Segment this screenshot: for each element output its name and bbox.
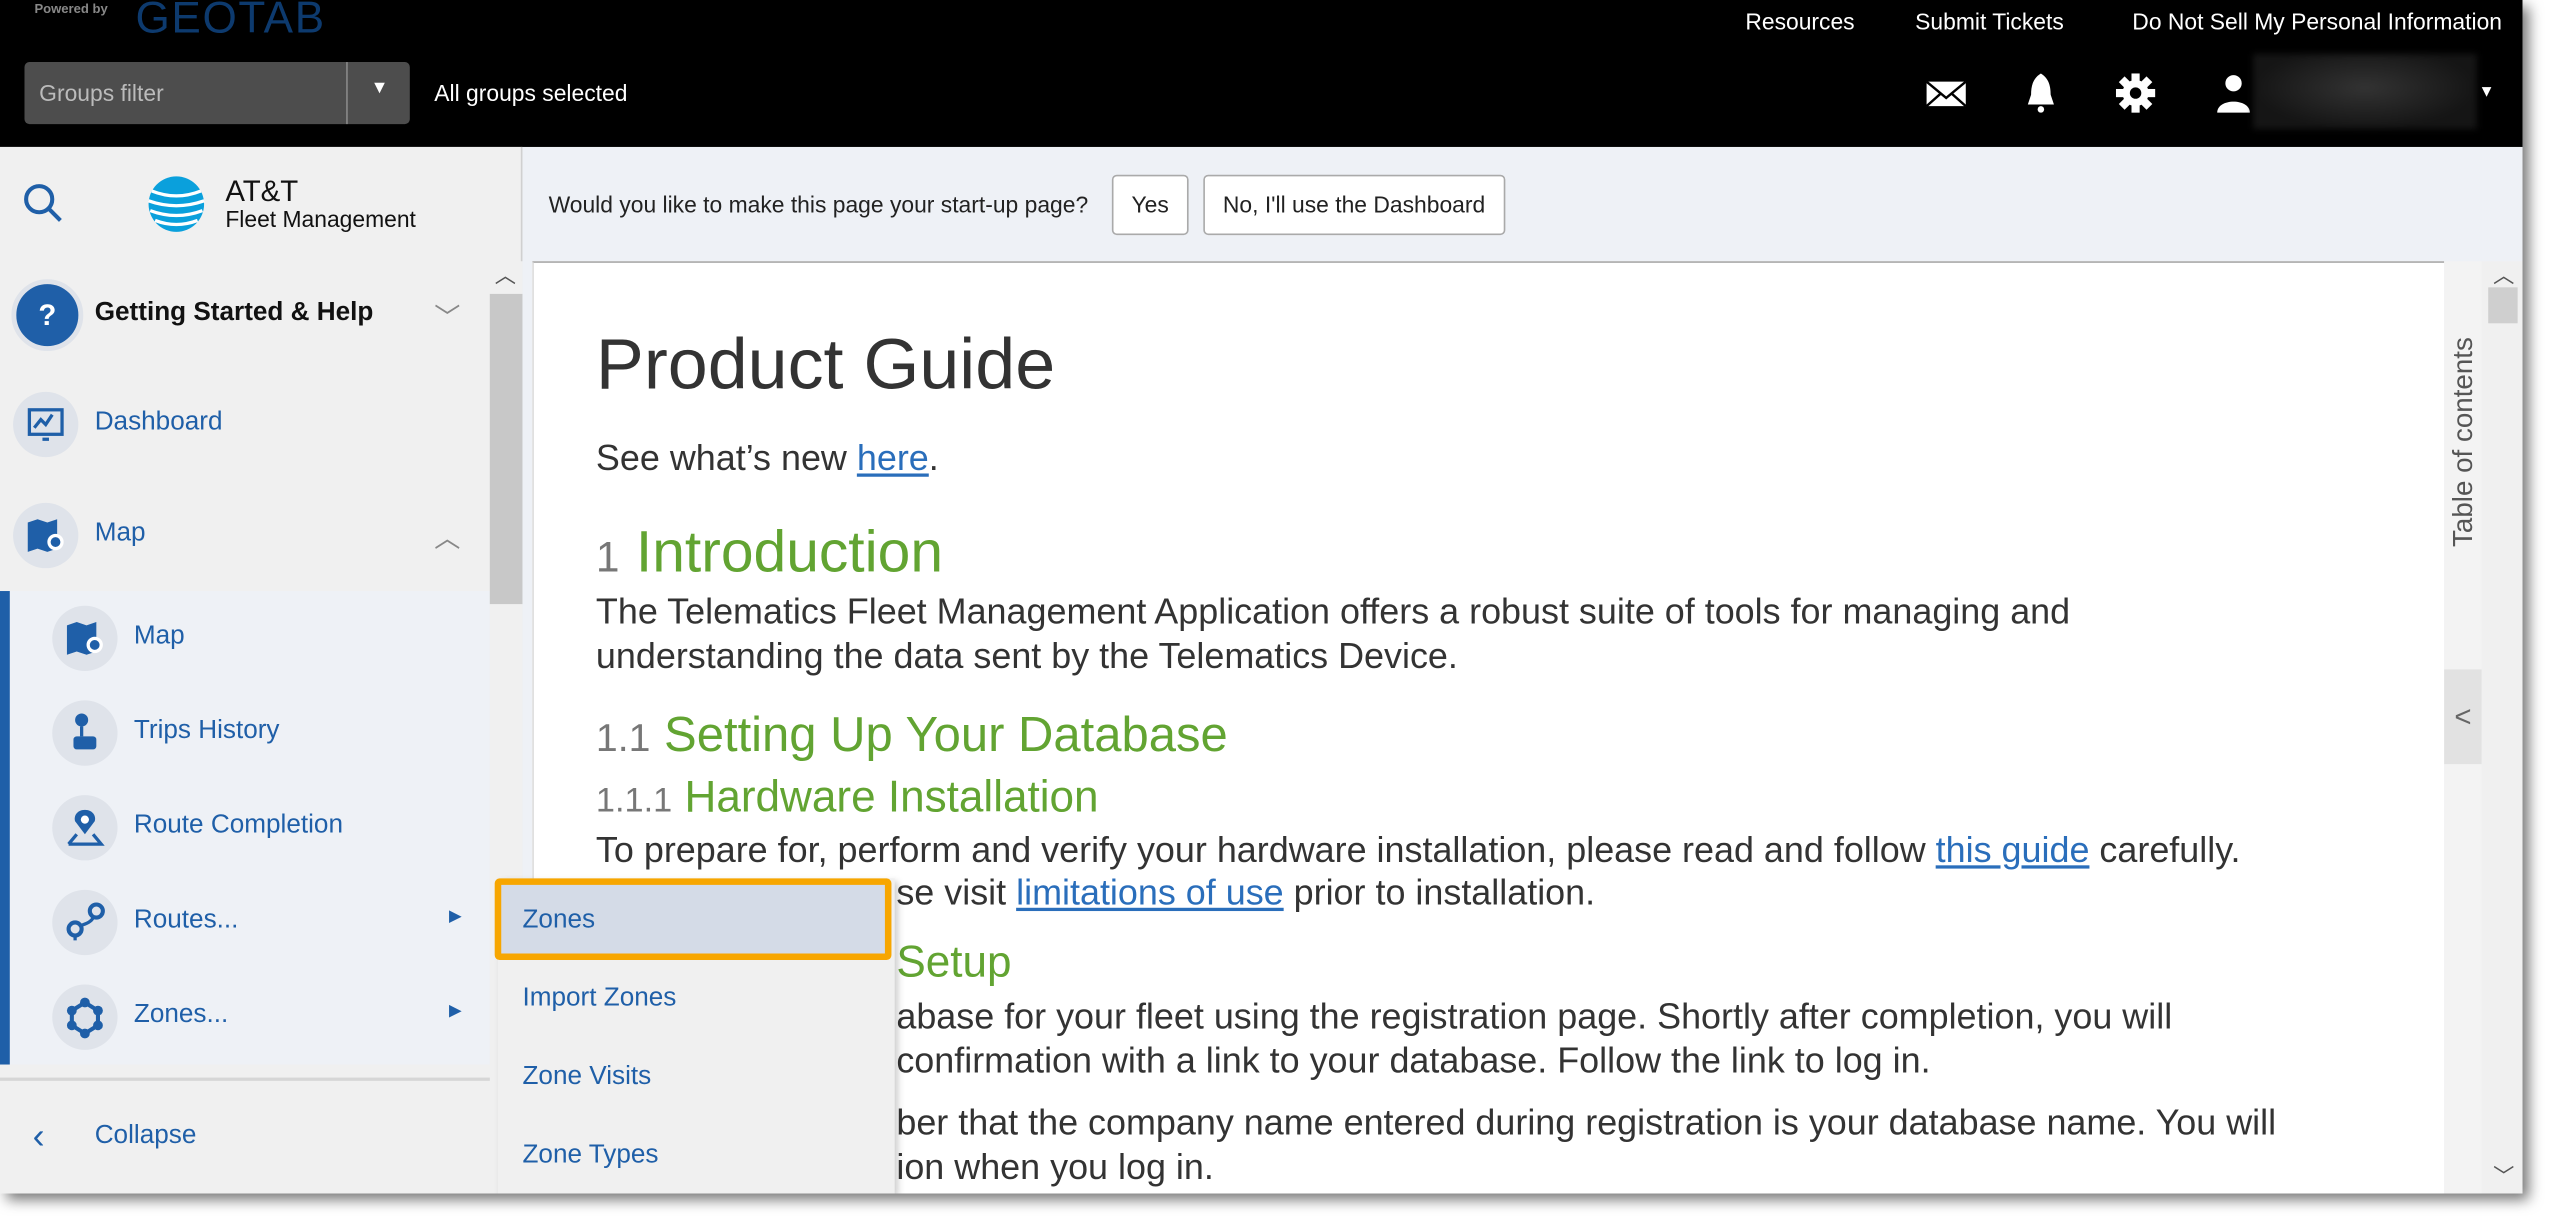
scroll-thumb[interactable] (2488, 287, 2518, 324)
menu-item-zone-visits[interactable]: Zone Visits (498, 1038, 895, 1116)
intro-line-1: The Telematics Fleet Management Applicat… (595, 591, 2071, 632)
sidebar-item-label: Route Completion (133, 811, 343, 840)
mail-icon[interactable] (1925, 72, 1967, 114)
sidebar-item-label: Dashboard (94, 408, 223, 436)
limitations-of-use-link[interactable]: limitations of use (1016, 872, 1284, 913)
fleet-management-text: Fleet Management (225, 205, 416, 232)
chevron-up-icon[interactable]: ︿ (434, 516, 460, 555)
here-link[interactable]: here (857, 438, 929, 479)
user-menu-caret-icon[interactable]: ▼ (2478, 83, 2494, 101)
menu-item-zones[interactable]: Zones (498, 882, 895, 960)
groups-filter-placeholder: Groups filter (39, 80, 164, 107)
sidebar-item-label: Trips History (133, 716, 280, 745)
collapse-button[interactable]: ‹ Collapse (0, 1097, 490, 1179)
map-icon (13, 502, 79, 569)
user-icon[interactable] (2212, 72, 2254, 114)
sidebar-subitem-routes[interactable]: Routes... ▶ (0, 882, 490, 964)
scroll-up-icon[interactable]: ︿ (495, 258, 516, 289)
powered-by-label: Powered by (34, 1, 108, 17)
setup-para-1-line-2: confirmation with a link to your databas… (896, 1040, 1931, 1081)
divider (346, 62, 348, 125)
heading-setting-up-database: 1.1 Setting Up Your Database (595, 708, 1228, 763)
yes-button[interactable]: Yes (1111, 174, 1189, 236)
page-title: Product Guide (595, 324, 1056, 405)
user-name-redacted[interactable] (2253, 53, 2477, 129)
submit-tickets-link[interactable]: Submit Tickets (1915, 8, 2064, 34)
sidebar-item-map[interactable]: Map ︿ (0, 495, 490, 577)
routes-icon (52, 889, 118, 956)
sidebar-subitem-zones[interactable]: Zones... ▶ (0, 976, 490, 1058)
this-guide-link[interactable]: this guide (1936, 829, 2090, 870)
collapse-label: Collapse (94, 1121, 197, 1150)
sidebar-subitem-route-completion[interactable]: Route Completion (0, 787, 490, 869)
setup-para-2-line-2: ion when you log in. (896, 1146, 1214, 1187)
intro-line-2: understanding the data sent by the Telem… (595, 635, 1458, 676)
menu-item-import-zones[interactable]: Import Zones (498, 960, 895, 1038)
startup-question: Would you like to make this page your st… (548, 191, 1089, 218)
sidebar-scroll-thumb[interactable] (489, 293, 523, 605)
submenu-arrow-icon: ▶ (448, 1002, 462, 1021)
sidebar-item-label: Routes... (133, 906, 239, 934)
divider (0, 1077, 490, 1081)
att-logo-text: AT&T (225, 174, 299, 208)
help-icon: ? (11, 279, 84, 352)
scroll-up-icon[interactable]: ︿ (2493, 258, 2514, 289)
sidebar-item-dashboard[interactable]: Dashboard (0, 384, 490, 466)
sidebar-item-label: Getting Started & Help (94, 298, 374, 327)
sidebar-item-label: Zones... (133, 1000, 229, 1029)
groups-filter[interactable]: Groups filter ▼ (24, 62, 410, 125)
hardware-line-2: se visit limitations of use prior to ins… (896, 871, 1596, 913)
geotab-logo: GEOTAB (135, 0, 326, 43)
sidebar-subitem-map[interactable]: Map (0, 598, 490, 680)
toc-expand-button[interactable]: < (2444, 669, 2482, 765)
sidebar: AT&T Fleet Management ︿ ? Getting Starte… (0, 146, 523, 1194)
att-globe-logo (148, 176, 205, 232)
hardware-line-1: To prepare for, perform and verify your … (595, 829, 2241, 871)
zones-flyout-menu: Zones Import Zones Zone Visits Zone Type… (494, 878, 895, 1194)
app-window: Powered by GEOTAB Resources Submit Ticke… (0, 0, 2523, 1194)
dashboard-icon (13, 391, 79, 458)
sidebar-item-label: Map (133, 622, 185, 650)
chevron-left-icon: < (2454, 700, 2472, 734)
zones-icon (52, 984, 118, 1050)
heading-introduction: 1 Introduction (595, 517, 944, 585)
bell-icon[interactable] (2020, 72, 2062, 114)
chevron-left-icon: ‹ (32, 1115, 45, 1156)
use-dashboard-button[interactable]: No, I'll use the Dashboard (1203, 174, 1505, 236)
caret-down-icon[interactable]: ▼ (371, 78, 389, 98)
setup-para-2-line-1: ber that the company name entered during… (896, 1102, 2277, 1143)
sidebar-subitem-trips-history[interactable]: Trips History (0, 692, 490, 774)
menu-item-zone-types[interactable]: Zone Types (498, 1117, 895, 1194)
sidebar-item-label: Map (94, 519, 146, 547)
groups-status: All groups selected (434, 80, 628, 107)
route-completion-icon (52, 795, 118, 861)
submenu-arrow-icon: ▶ (448, 907, 462, 926)
map-icon (52, 605, 118, 672)
search-icon[interactable] (23, 183, 65, 225)
whats-new-text: See what’s new here. (595, 437, 939, 479)
sidebar-item-getting-started[interactable]: ? Getting Started & Help ﹀ (0, 274, 490, 356)
table-of-contents-label[interactable]: Table of contents (2447, 286, 2480, 547)
document-scrollbar[interactable]: ︿ ﹀ (2481, 258, 2523, 1194)
scroll-down-icon[interactable]: ﹀ (2493, 1159, 2514, 1190)
do-not-sell-link[interactable]: Do Not Sell My Personal Information (2132, 8, 2502, 34)
chevron-down-icon[interactable]: ﹀ (434, 296, 460, 335)
gear-icon[interactable] (2114, 72, 2156, 114)
resources-link[interactable]: Resources (1745, 8, 1854, 34)
setup-para-1-line-1: abase for your fleet using the registrat… (896, 995, 2173, 1037)
heading-hardware-installation: 1.1.1 Hardware Installation (595, 772, 1099, 822)
heading-setup: Setup (896, 937, 1012, 987)
top-bar: Powered by GEOTAB Resources Submit Ticke… (0, 0, 2523, 147)
trips-history-icon (52, 700, 118, 766)
